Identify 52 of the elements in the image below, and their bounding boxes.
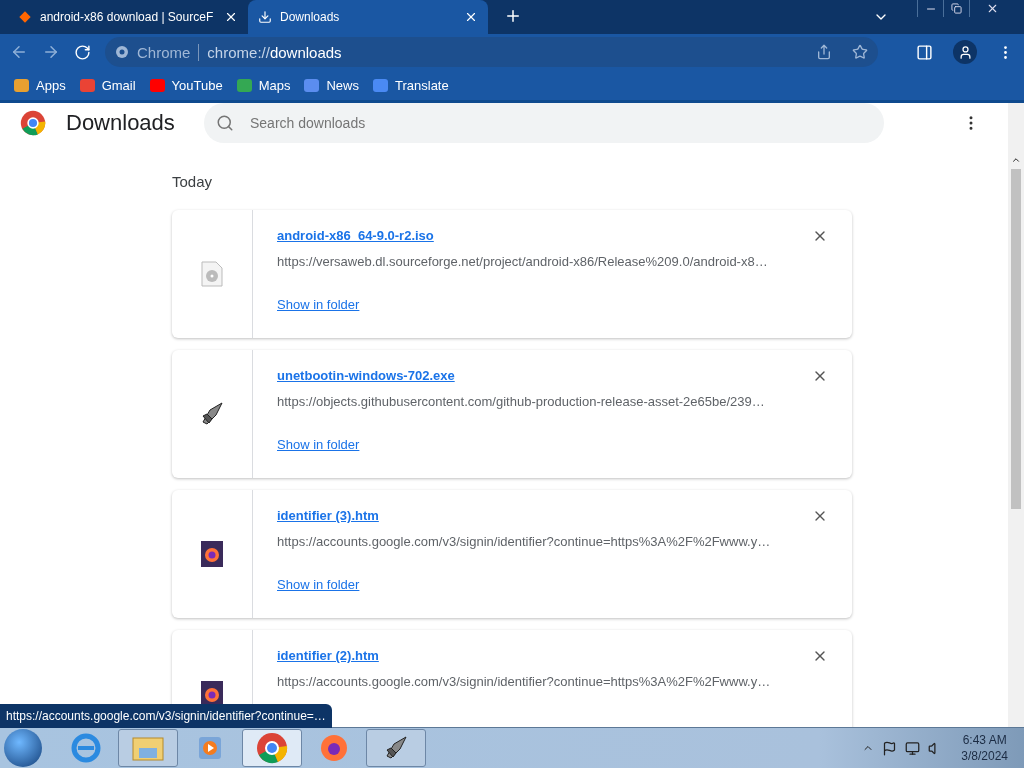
bookmark-link[interactable]: Gmail	[79, 77, 136, 93]
profile-icon[interactable]	[953, 40, 977, 64]
folder-icon	[131, 734, 165, 762]
address-bar[interactable]: Chrome chrome://downloads	[105, 37, 878, 67]
new-tab-icon[interactable]	[504, 7, 522, 25]
status-url: https://accounts.google.com/v3/signin/identifier?continue=…	[0, 704, 332, 728]
reload-icon[interactable]	[74, 43, 91, 61]
scrollbar[interactable]	[1008, 103, 1024, 727]
source-url: https://accounts.google.com/v3/signin/identifier?continue=https%3A%2F%2Fwww.y…	[277, 534, 772, 549]
bookmark-link[interactable]: YouTube	[149, 77, 223, 93]
taskbar-button[interactable]	[242, 729, 302, 767]
search-field[interactable]: Search downloads	[204, 103, 884, 143]
share-icon[interactable]	[816, 44, 832, 60]
source-url: https://accounts.google.com/v3/signin/identifier?continue=https%3A%2F%2Fwww.y…	[277, 674, 772, 689]
show-in-folder-link[interactable]: Show in folder	[277, 297, 360, 312]
section-heading: Today	[172, 173, 214, 190]
media-player-icon	[197, 735, 223, 761]
star-icon[interactable]	[852, 44, 868, 60]
bookmark-link[interactable]: News	[304, 77, 359, 93]
taskbar-button[interactable]	[366, 729, 426, 767]
file-name-link[interactable]: identifier (3).htm	[277, 508, 379, 523]
download-icon	[258, 10, 272, 24]
start-button[interactable]	[4, 729, 42, 767]
page-title: Downloads	[66, 110, 176, 136]
firefox-file-icon	[201, 541, 223, 567]
forward-icon[interactable]	[42, 43, 60, 61]
file-name-link[interactable]: android-x86_64-9.0-r2.iso	[277, 228, 434, 243]
firefox-icon	[319, 733, 349, 763]
flag-icon[interactable]	[882, 740, 898, 756]
show-in-folder-link[interactable]: Show in folder	[277, 577, 360, 592]
file-name-link[interactable]: identifier (2).htm	[277, 648, 379, 663]
source-url: https://objects.githubusercontent.com/github-production-release-asset-2e65be/239…	[277, 394, 766, 409]
url-text: chrome://downloads	[207, 43, 342, 61]
bookmark-link[interactable]: Maps	[236, 77, 291, 93]
bookmark-link[interactable]: Translate	[373, 77, 449, 93]
disc-file-icon	[201, 261, 223, 287]
browser-tab[interactable]: Downloads	[248, 0, 488, 34]
show-in-folder-link[interactable]: Show in folder	[277, 437, 360, 452]
restore-icon	[951, 3, 962, 14]
browser-tab[interactable]: android-x86 download | SourceF	[8, 0, 248, 34]
source-url: https://versaweb.dl.sourceforge.net/project/android-x86/Release%209.0/android-x8…	[277, 254, 769, 269]
file-name-link[interactable]: unetbootin-windows-702.exe	[277, 368, 455, 383]
firefox-file-icon	[201, 681, 223, 707]
site-origin: Chrome	[137, 43, 200, 61]
clock[interactable]: 6:43 AM 3/8/2024	[961, 732, 1008, 764]
back-icon[interactable]	[10, 43, 28, 61]
close-icon[interactable]	[464, 10, 478, 24]
scroll-up-icon[interactable]	[1011, 155, 1021, 165]
side-panel-icon[interactable]	[916, 43, 933, 61]
bookmark-link[interactable]: Apps	[14, 77, 66, 93]
search-icon	[216, 114, 234, 132]
close-icon[interactable]	[224, 10, 238, 24]
